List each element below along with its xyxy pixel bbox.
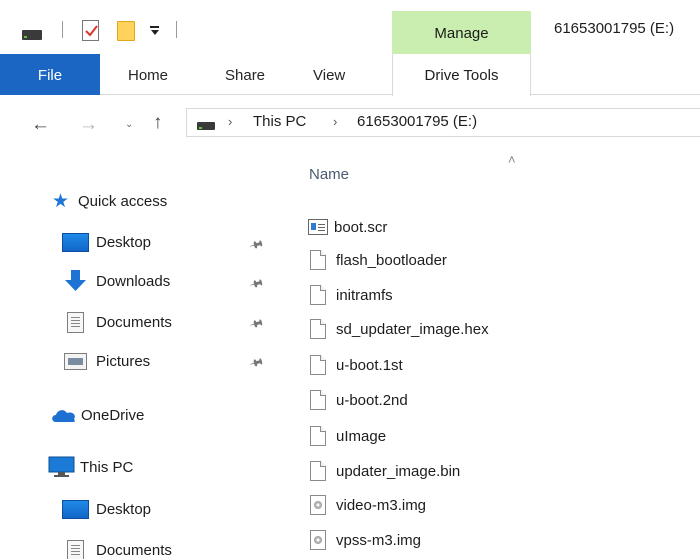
navigation-pane: ★ Quick access Desktop 🖈 Downloads 🖈 Doc… [0,150,290,559]
back-arrow-icon[interactable]: ← [31,115,50,134]
tab-share[interactable]: Share [225,54,265,95]
file-icon [310,319,326,339]
disc-image-icon [310,495,326,515]
breadcrumb-separator-icon[interactable]: › [228,114,232,129]
tab-file[interactable]: File [0,54,100,95]
desktop-icon [62,499,89,519]
sidebar-item-quick-access[interactable]: ★ Quick access [52,184,167,218]
file-icon [310,250,326,270]
sidebar-item-label: Downloads [96,272,171,290]
script-file-icon [308,219,328,235]
file-name: updater_image.bin [336,462,461,480]
documents-icon [67,539,84,559]
file-icon [310,426,326,446]
sidebar-item-downloads[interactable]: Downloads [62,264,170,298]
navigation-bar: ← → ⌄ ↑ › This PC › 61653001795 (E:) [0,96,700,150]
customize-toolbar-icon[interactable] [150,26,159,35]
tab-manage[interactable]: Manage [392,11,531,54]
breadcrumb-this-pc[interactable]: This PC [253,113,306,130]
ribbon-tabs: File Home Share View Drive Tools [0,54,700,96]
sidebar-item-label: OneDrive [81,406,145,424]
pin-icon[interactable]: 🖈 [245,312,266,337]
breadcrumb-separator-icon[interactable]: › [333,114,337,129]
pictures-icon [64,352,87,370]
file-name: vpss-m3.img [336,531,422,549]
file-icon [310,461,326,481]
breadcrumb-drive[interactable]: 61653001795 (E:) [357,113,477,130]
this-pc-icon [48,456,75,478]
list-item[interactable]: flash_bootloader [308,245,447,275]
address-bar[interactable]: › This PC › 61653001795 (E:) [186,108,700,137]
list-item[interactable]: u-boot.2nd [308,385,408,415]
sidebar-item-label: Pictures [96,352,151,370]
file-icon [310,285,326,305]
sidebar-item-label: Desktop [96,500,152,518]
list-item[interactable]: vpss-m3.img [308,525,421,555]
list-item[interactable]: u-boot.1st [308,350,403,380]
sort-ascending-icon: ˄ [508,152,516,167]
sidebar-item-label: Documents [96,313,172,331]
list-item[interactable]: initramfs [308,280,393,310]
new-folder-icon[interactable] [117,21,135,41]
sidebar-item-label: Quick access [78,192,168,210]
drive-icon [197,122,215,130]
file-name: u-boot.1st [336,356,403,374]
list-item[interactable]: uImage [308,421,386,451]
tab-view[interactable]: View [313,54,345,95]
sidebar-item-onedrive[interactable]: OneDrive [50,398,144,432]
toolbar-separator [62,21,63,38]
file-name: sd_updater_image.hex [336,320,489,338]
drive-icon[interactable] [22,30,42,40]
sidebar-item-label: Desktop [96,233,152,251]
tab-drive-tools[interactable]: Drive Tools [392,54,531,96]
file-icon [310,355,326,375]
sidebar-item-documents-pc[interactable]: Documents [62,533,172,559]
sidebar-item-this-pc[interactable]: This PC [48,450,133,484]
sidebar-item-label: Documents [96,541,172,559]
title-bar: Manage 61653001795 (E:) [0,0,700,54]
onedrive-icon [50,407,78,423]
sidebar-item-label: This PC [80,458,134,476]
toolbar-separator [176,21,177,38]
file-name: initramfs [336,286,393,304]
file-name: video-m3.img [336,496,427,514]
list-item[interactable]: sd_updater_image.hex [308,314,489,344]
sidebar-item-pictures[interactable]: Pictures [62,344,150,378]
file-name: flash_bootloader [336,251,447,269]
pin-icon[interactable]: 🖈 [245,272,266,297]
star-icon: ★ [52,190,70,212]
pin-icon[interactable]: 🖈 [245,351,266,376]
up-arrow-icon[interactable]: ↑ [153,113,163,132]
column-header-name[interactable]: Name [309,166,349,183]
file-list: ˄ Name boot.scr flash_bootloader initram… [290,150,700,559]
file-name: u-boot.2nd [336,391,408,409]
disc-image-icon [310,530,326,550]
sidebar-item-desktop[interactable]: Desktop [62,225,151,259]
sidebar-item-desktop-pc[interactable]: Desktop [62,492,151,526]
desktop-icon [62,232,89,252]
list-item[interactable]: updater_image.bin [308,456,460,486]
file-name: uImage [336,427,387,445]
list-item[interactable]: boot.scr [308,212,387,242]
list-item[interactable]: video-m3.img [308,490,426,520]
properties-icon[interactable] [82,20,99,41]
tab-home[interactable]: Home [128,54,168,95]
file-name: boot.scr [334,218,388,236]
downloads-icon [62,269,89,293]
file-icon [310,390,326,410]
chevron-down-icon[interactable]: ⌄ [125,119,133,130]
forward-arrow-icon[interactable]: → [79,115,98,134]
documents-icon [67,311,84,333]
window-title: 61653001795 (E:) [554,20,675,37]
sidebar-item-documents[interactable]: Documents [62,305,172,339]
pin-icon[interactable]: 🖈 [245,233,266,258]
